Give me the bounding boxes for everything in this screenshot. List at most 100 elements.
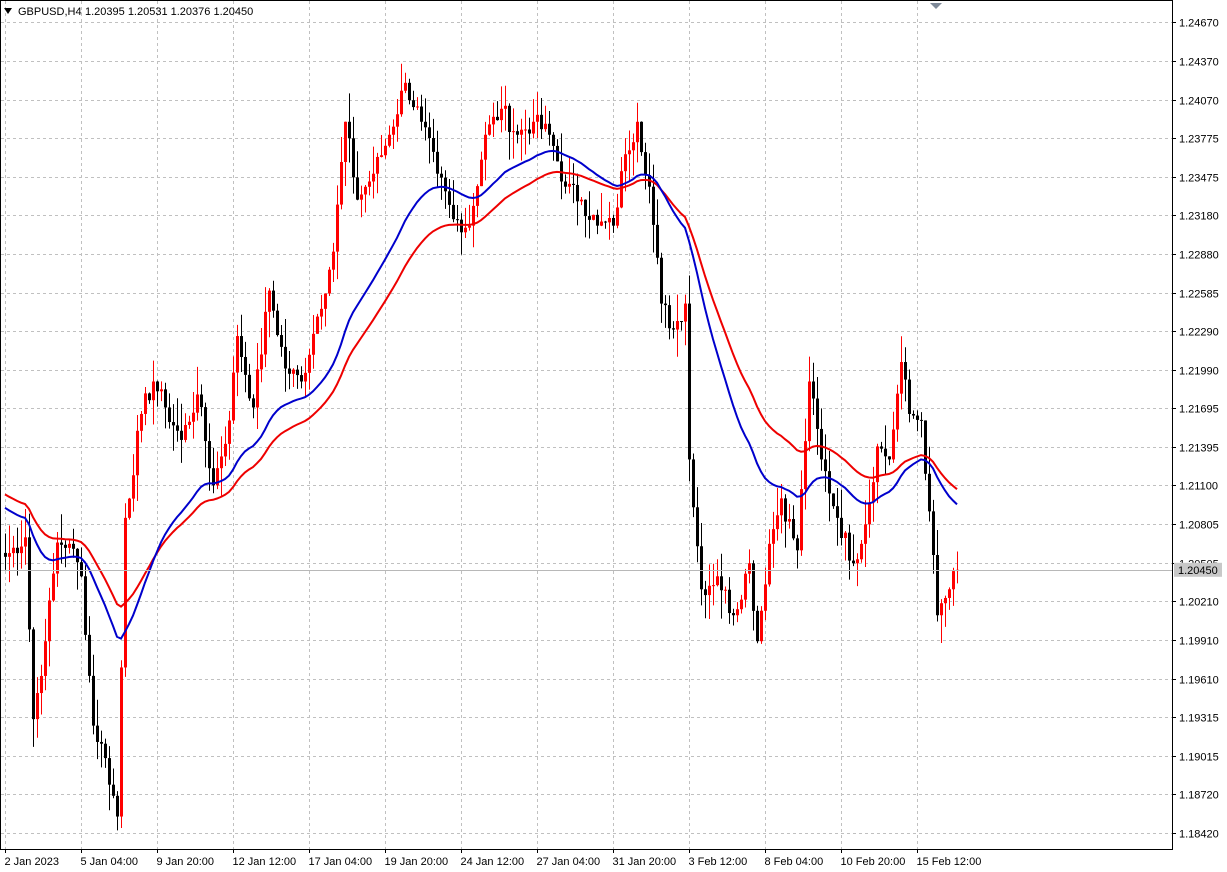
candle-bull [892, 429, 895, 460]
candle-bull [232, 372, 235, 421]
candle-bull [780, 498, 783, 516]
candle-bull [580, 199, 583, 202]
candle-bull [524, 129, 527, 131]
candle-bear [508, 105, 511, 133]
candle-bear [96, 725, 99, 742]
candle-bear [932, 511, 935, 556]
price-tick-label: 1.18720 [1179, 790, 1219, 802]
candle-bull [292, 369, 295, 374]
candle-bull [320, 308, 323, 317]
candle-bear [668, 305, 671, 329]
candle-bull [404, 82, 407, 91]
candle-bull [264, 311, 267, 355]
candle-bull [500, 108, 503, 121]
price-tick-label: 1.24070 [1179, 96, 1219, 108]
candle-bull [304, 372, 307, 382]
candle-bull [192, 412, 195, 422]
candle-bull [48, 600, 51, 642]
candle-bear [444, 177, 447, 192]
time-tick-label: 17 Jan 04:00 [309, 856, 373, 868]
candle-bull [268, 290, 271, 312]
candle-bear [828, 471, 831, 494]
candle-bull [808, 381, 811, 442]
price-tick-label: 1.22880 [1179, 250, 1219, 262]
price-chart[interactable]: 1.24670 1.24370 1.24070 1.23775 1.23475 1.231… [0, 0, 1227, 872]
candle-bear [836, 506, 839, 518]
candle-bull [716, 576, 719, 586]
candle-bull [628, 150, 631, 155]
candle-bear [852, 560, 855, 564]
candle-bull [364, 186, 367, 195]
candle-bear [100, 741, 103, 744]
candle-bear [928, 473, 931, 512]
candle-bear [252, 398, 255, 408]
candle-bear [796, 538, 799, 551]
candle-bear [276, 310, 279, 336]
candle-bear [176, 425, 179, 431]
candle-bear [700, 546, 703, 590]
candle-bear [644, 152, 647, 176]
candle-bear [820, 428, 823, 460]
candle-bull [744, 573, 747, 600]
candle-bear [732, 613, 735, 616]
time-tick-label: 19 Jan 20:00 [385, 856, 449, 868]
candle-bear [432, 138, 435, 152]
candle-bull [124, 517, 127, 668]
candle-bear [880, 446, 883, 449]
candle-bull [40, 675, 43, 694]
candle-bear [652, 186, 655, 225]
candle-bull [860, 543, 863, 560]
candle-bull [52, 573, 55, 601]
candle-bear [696, 507, 699, 547]
price-tick-label: 1.24370 [1179, 57, 1219, 69]
candle-bull [624, 154, 627, 172]
candle-bear [424, 121, 427, 128]
candle-bear [284, 346, 287, 369]
price-tick-label: 1.21990 [1179, 366, 1219, 378]
candle-bull [136, 430, 139, 476]
candle-bull [616, 207, 619, 226]
candle-bear [912, 413, 915, 416]
candle-bull [684, 303, 687, 322]
candle-bear [352, 138, 355, 178]
candle-bear [540, 114, 543, 130]
candle-bull [228, 420, 231, 444]
current-price-tag: 1.20450 [1174, 562, 1222, 577]
candle-bull [568, 183, 571, 187]
candle-bear [884, 448, 887, 457]
candle-bull [68, 543, 71, 548]
candle-bear [180, 430, 183, 440]
chart-window[interactable]: 1.24670 1.24370 1.24070 1.23775 1.23475 1.231… [0, 0, 1227, 872]
candle-bull [864, 524, 867, 544]
candle-bear [840, 517, 843, 539]
candle-bear [452, 204, 455, 220]
candle-bull [332, 251, 335, 270]
candle-bull [360, 194, 363, 200]
price-tick-label: 1.22290 [1179, 327, 1219, 339]
candle-bear [812, 381, 815, 399]
candle-bear [84, 576, 87, 635]
candle-bear [172, 422, 175, 426]
time-tick-label: 10 Feb 20:00 [841, 856, 906, 868]
candle-bear [16, 547, 19, 554]
candle-bear [816, 398, 819, 429]
candle-bull [532, 121, 535, 134]
candle-bear [60, 542, 63, 545]
price-tick-label: 1.22585 [1179, 289, 1219, 301]
candle-bull [236, 336, 239, 373]
candle-bear [76, 548, 79, 563]
candle-bull [952, 571, 955, 590]
candle-bear [908, 379, 911, 414]
candle-bear [64, 544, 67, 548]
candle-bull [132, 475, 135, 499]
candle-bear [348, 121, 351, 139]
candle-bull [144, 393, 147, 414]
candle-bear [728, 589, 731, 614]
candle-bull [468, 225, 471, 228]
candle-bear [936, 555, 939, 616]
candle-bear [300, 375, 303, 382]
candle-bull [260, 354, 263, 370]
candle-bear [784, 498, 787, 522]
candle-bull [380, 155, 383, 157]
candle-bear [156, 381, 159, 392]
